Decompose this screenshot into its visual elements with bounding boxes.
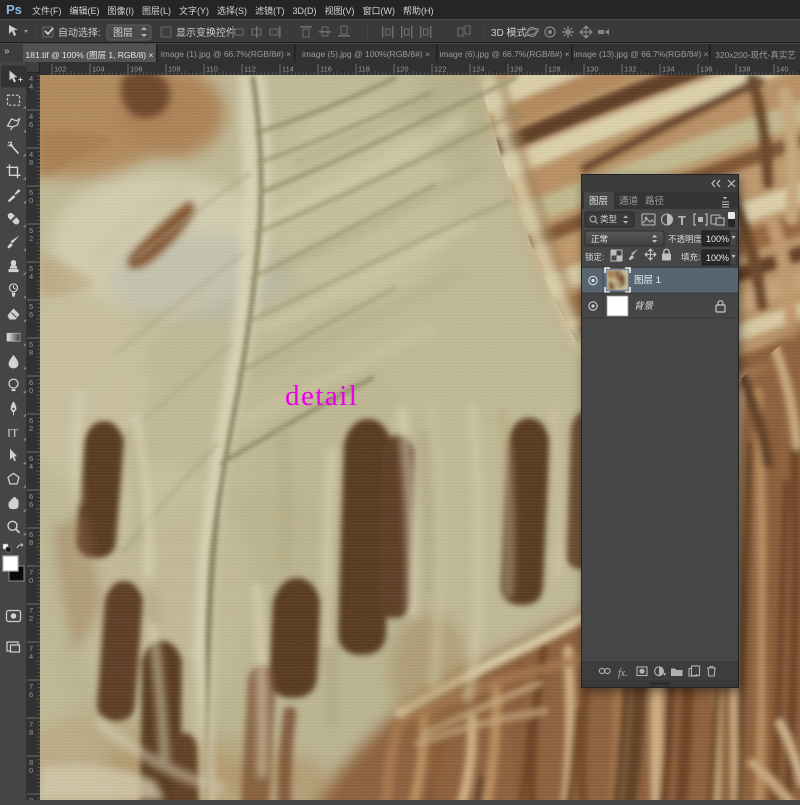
svg-text:锁定:: 锁定:	[585, 252, 604, 262]
svg-text:图层 1: 图层 1	[634, 275, 661, 286]
svg-text:112: 112	[244, 65, 256, 74]
svg-text:8: 8	[29, 158, 33, 167]
svg-text:填充:: 填充:	[681, 252, 700, 262]
svg-text:108: 108	[168, 65, 181, 74]
svg-text:fx.: fx.	[618, 668, 628, 679]
svg-text:▾: ▾	[663, 672, 666, 678]
svg-text:6: 6	[29, 500, 33, 509]
svg-text:8: 8	[29, 728, 33, 737]
svg-text:显示变换控件: 显示变换控件	[176, 26, 236, 39]
svg-text:114: 114	[282, 65, 294, 74]
svg-text:4: 4	[29, 652, 33, 661]
svg-text:0: 0	[29, 766, 33, 775]
svg-text:2: 2	[29, 614, 33, 623]
svg-text:140: 140	[776, 65, 789, 74]
svg-text:106: 106	[130, 65, 143, 74]
svg-text:104: 104	[92, 65, 105, 74]
svg-text:8: 8	[29, 796, 33, 800]
svg-text:T: T	[678, 213, 686, 228]
svg-text:132: 132	[624, 65, 637, 74]
svg-text:138: 138	[738, 65, 751, 74]
svg-text:118: 118	[358, 65, 370, 74]
svg-text:100%: 100%	[706, 234, 729, 244]
svg-text:134: 134	[662, 65, 675, 74]
svg-text:图层: 图层	[589, 196, 608, 207]
svg-text:8: 8	[29, 348, 33, 357]
svg-text:路径: 路径	[645, 195, 665, 207]
svg-text:2: 2	[29, 234, 33, 243]
svg-text:110: 110	[206, 65, 218, 74]
svg-text:128: 128	[548, 65, 561, 74]
svg-text:120: 120	[396, 65, 409, 74]
svg-text:6: 6	[29, 310, 33, 319]
svg-text:8: 8	[29, 538, 33, 547]
svg-text:背景: 背景	[634, 301, 655, 312]
svg-text:102: 102	[54, 65, 67, 74]
svg-text:116: 116	[320, 65, 332, 74]
svg-text:0: 0	[29, 576, 33, 585]
svg-text:122: 122	[434, 65, 447, 74]
svg-text:0: 0	[29, 386, 33, 395]
svg-text:通道: 通道	[619, 195, 639, 207]
svg-text:4: 4	[29, 272, 33, 281]
svg-text:100%: 100%	[706, 253, 729, 263]
svg-text:图层: 图层	[113, 27, 133, 39]
svg-text:IT: IT	[7, 426, 19, 440]
svg-text:正常: 正常	[591, 234, 608, 244]
svg-text:124: 124	[472, 65, 485, 74]
svg-text:2: 2	[29, 424, 33, 433]
svg-text:类型: 类型	[600, 214, 618, 224]
svg-text:不透明度:: 不透明度:	[668, 234, 704, 244]
svg-text:4: 4	[29, 462, 33, 471]
svg-text:6: 6	[29, 120, 33, 129]
svg-text:130: 130	[586, 65, 599, 74]
svg-text:136: 136	[700, 65, 713, 74]
svg-text:自动选择:: 自动选择:	[58, 26, 101, 39]
svg-text:4: 4	[29, 82, 33, 91]
svg-text:6: 6	[29, 690, 33, 699]
svg-text:126: 126	[510, 65, 523, 74]
svg-text:0: 0	[29, 196, 33, 205]
svg-text:3D 模式:: 3D 模式:	[491, 26, 529, 39]
